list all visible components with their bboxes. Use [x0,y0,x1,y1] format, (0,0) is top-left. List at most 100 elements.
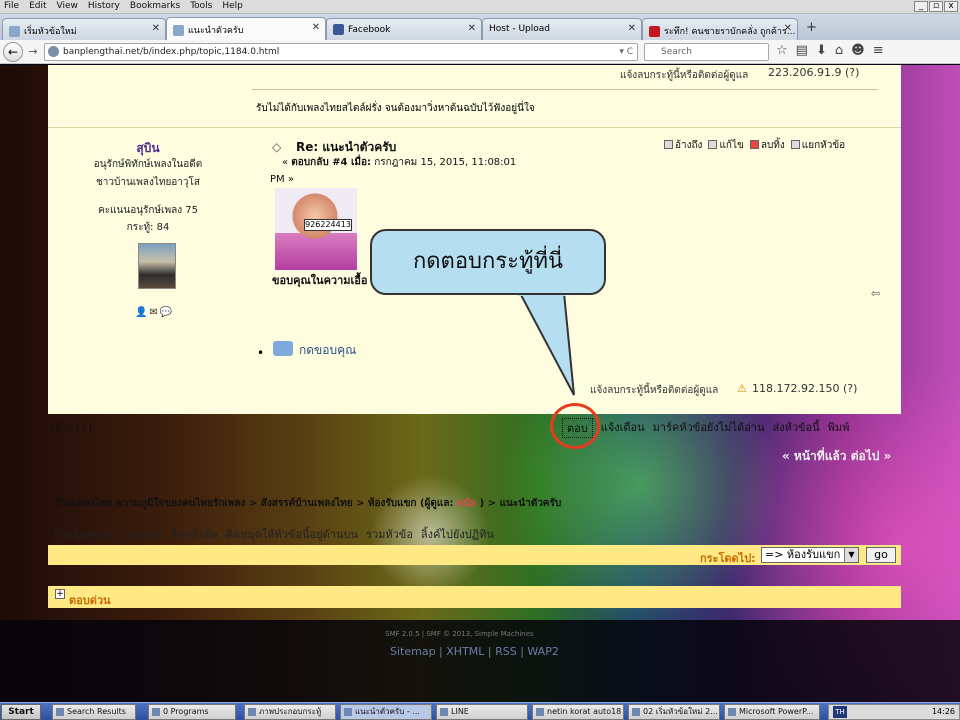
menu-bookmarks[interactable]: Bookmarks [130,1,180,11]
chat-icon[interactable]: ☻ [851,43,865,58]
report-link[interactable]: แจ้งลบกระทู้นี้หรือติดต่อผู้ดูแล [620,68,748,83]
tab-label: แนะนำตัวครับ [188,26,244,36]
close-icon[interactable]: ✕ [628,23,636,34]
taskbar-item[interactable]: netin korat auto18 [532,704,624,720]
tab-news[interactable]: ระทึก! คนชายราบักคลั่ง ถูกค้าร... ✕ [642,18,798,40]
taskbar-item[interactable]: 02 เริ่มหัวข้อใหม่ 2... [628,704,720,720]
language-indicator[interactable]: TH [833,706,847,718]
split-topic-button[interactable]: แยกหัวข้อ [790,138,845,153]
edit-label: แก้ไข [719,140,744,151]
footer-copyright: SMF 2.0.5 | SMF © 2013, Simple Machines [385,630,534,638]
maximize-button[interactable]: ▫ [929,1,943,12]
close-icon[interactable]: ✕ [784,23,792,34]
sticky-topic-button[interactable]: ติดหมุดให้หัวข้อนี้อยู่ด้านบน [226,525,358,543]
tab-host-upload[interactable]: Host - Upload ✕ [482,18,642,40]
back-button[interactable]: ← [3,42,23,62]
pagination[interactable]: หน้า: [1] [48,418,92,436]
breadcrumb-moderator[interactable]: ดนัย [457,498,476,509]
menu-help[interactable]: Help [222,1,243,11]
warning-icon[interactable]: ⚠ [737,382,747,395]
reading-list-icon[interactable]: ▤ [796,43,808,58]
signature-divider [252,89,878,90]
tab-facebook[interactable]: Facebook ✕ [326,18,482,40]
breadcrumb-board[interactable]: ห้องรับแขก [368,498,417,509]
reload-icon[interactable]: ▾ C [619,44,633,60]
breadcrumb-home[interactable]: บ้านเพลงไทย ความภูมิใจของคนไทยรักเพลง [55,498,245,509]
post-meta: « ตอบกลับ #4 เมื่อ: กรกฎาคม 15, 2015, 11… [282,157,517,168]
go-button[interactable]: go [866,547,896,563]
close-icon[interactable]: ✕ [468,23,476,34]
username[interactable]: สุบิน [48,139,248,158]
user-action-icons[interactable]: 👤✉💬 [135,307,174,318]
edit-button[interactable]: แก้ไข [708,138,744,153]
quote-icon [664,140,673,149]
clock: 14:26 [931,707,955,716]
remove-topic-button[interactable]: ลบหัวข้อ [121,525,162,543]
menu-history[interactable]: History [88,1,120,11]
notify-button[interactable]: แจ้งเตือน [601,418,645,438]
send-topic-button[interactable]: ส่งหัวข้อนี้ [773,418,820,438]
user-score: คะแนนอนุรักษ์เพลง 75 [98,205,198,216]
user-title-1: อนุรักษ์พิทักษ์เพลงในอดีต [93,159,203,170]
jump-select[interactable]: ▼ => ห้องรับแขก [761,547,859,563]
close-window-button[interactable]: x [944,1,958,12]
bookmark-star-icon[interactable]: ☆ [776,43,788,58]
taskbar-item[interactable]: Search Results [52,704,136,720]
taskbar-item[interactable]: Microsoft PowerP... [724,704,820,720]
topic-icon: ◇ [272,140,282,154]
jump-selected: => ห้องรับแขก [765,548,841,561]
move-topic-button[interactable]: ย้ายข้อความ [53,525,113,543]
download-icon[interactable]: ⬇ [816,43,827,58]
breadcrumb-category[interactable]: สังสรรค์บ้านเพลงไทย [261,498,353,509]
tab-introduce[interactable]: แนะนำตัวครับ ✕ [166,17,326,41]
expand-icon[interactable]: + [55,589,65,599]
mark-unread-button[interactable]: มาร์คหัวข้อยังไม่ได้อ่าน [653,418,765,438]
breadcrumb-topic[interactable]: แนะนำตัวครับ [500,498,562,509]
taskbar-item[interactable]: 0 Programs [148,704,236,720]
quick-reply-bar[interactable] [48,586,901,608]
hamburger-menu-icon[interactable]: ≡ [873,43,884,58]
start-button[interactable]: Start [1,704,41,720]
breadcrumb-sep: > [487,498,497,509]
search-input[interactable]: Search [644,43,769,61]
moderation-links: ย้ายข้อความ ลบหัวข้อ ล็อกหัวข้อ ติดหมุดใ… [53,525,494,543]
post-date: กรกฎาคม 15, 2015, 11:08:01 [374,157,517,168]
avatar [138,243,176,289]
new-tab-button[interactable]: + [806,20,817,35]
calendar-link-button[interactable]: ลิ้งค์ไปยังปฏิทิน [421,525,494,543]
merge-topic-button[interactable]: รวมหัวข้อ [366,525,413,543]
jump-label: กระโดดไป: [700,552,756,565]
menu-view[interactable]: View [57,1,78,11]
thumbs-up-icon[interactable] [273,341,293,356]
user-title-2: ชาวบ้านเพลงไทยอาวุโส [95,177,201,188]
post-meta-label: ตอบกลับ #4 เมื่อ: [291,157,371,168]
tab-label: Facebook [348,25,391,35]
forward-button[interactable]: → [25,44,41,60]
quick-reply-label[interactable]: ตอบด่วน [69,591,111,609]
menu-tools[interactable]: Tools [190,1,212,11]
quote-button[interactable]: อ้างถึง [664,138,702,153]
post-divider [48,127,901,128]
lock-topic-button[interactable]: ล็อกหัวข้อ [170,525,218,543]
menu-edit[interactable]: Edit [29,1,46,11]
minimize-button[interactable]: _ [914,1,928,12]
close-icon[interactable]: ✕ [152,23,160,34]
menu-file[interactable]: File [4,1,19,11]
footer-links[interactable]: Sitemap | XHTML | RSS | WAP2 [390,645,559,658]
report-icon[interactable]: ⇦ [871,287,880,300]
ip-address: 223.206.91.9 (?) [768,66,860,79]
taskbar-item[interactable]: ภาพประกอบกระทู้ [244,704,336,720]
thank-button[interactable]: กดขอบคุณ [299,341,356,360]
delete-button[interactable]: ลบทิ้ง [749,138,785,153]
prev-next-links[interactable]: « หน้าที่แล้ว ต่อไป » [782,447,891,466]
taskbar-item-active[interactable]: แนะนำตัวครับ - ... [340,704,432,720]
home-icon[interactable]: ⌂ [835,43,843,58]
url-bar[interactable]: banplengthai.net/b/index.php/topic,1184.… [44,43,638,61]
close-icon[interactable]: ✕ [312,22,320,33]
split-icon [790,140,800,149]
page-icon [9,26,20,37]
print-button[interactable]: พิมพ์ [828,418,850,438]
tab-new-topic[interactable]: เริ่มหัวข้อใหม่ ✕ [2,18,166,40]
breadcrumb-sep: > [356,498,365,509]
taskbar-item[interactable]: LINE [436,704,528,720]
